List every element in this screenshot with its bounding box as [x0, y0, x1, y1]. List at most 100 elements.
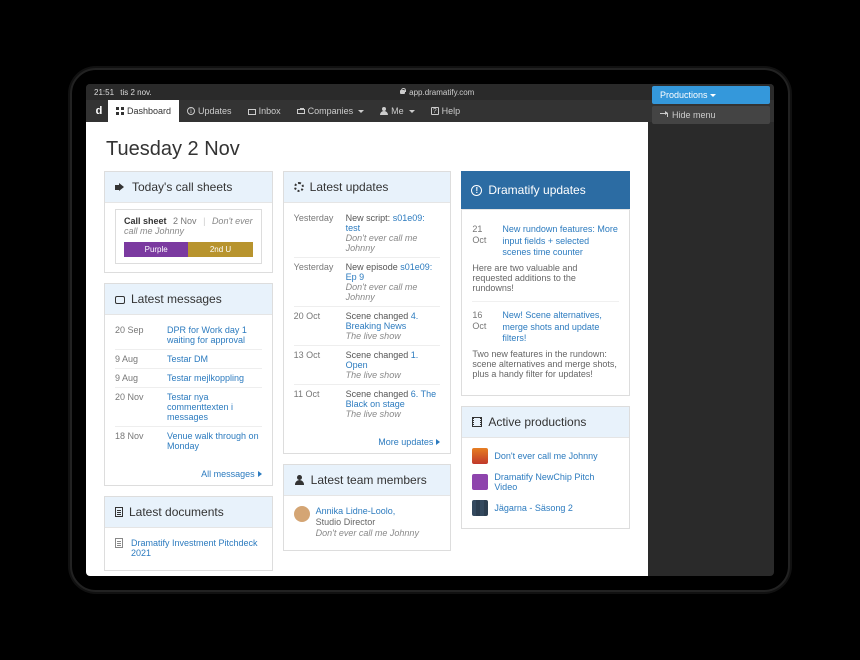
lock-icon [399, 88, 406, 95]
callsheet-item[interactable]: Call sheet 2 Nov | Don't ever call me Jo… [115, 209, 262, 264]
message-link[interactable]: Testar mejlkoppling [167, 373, 262, 383]
message-link[interactable]: Testar DM [167, 354, 262, 364]
news-item[interactable]: 16OctNew! Scene alternatives, merge shot… [472, 301, 619, 387]
app-logo[interactable]: d [90, 100, 108, 122]
production-link[interactable]: Jägarna - Säsong 2 [494, 503, 573, 513]
production-thumb [472, 500, 488, 516]
updates-icon [187, 107, 195, 115]
right-panel: Productions Hide menu [648, 84, 774, 124]
production-item[interactable]: Dramatify NewChip Pitch Video [472, 468, 619, 496]
team-member-row[interactable]: Annika Lidne-Loolo,Studio DirectorDon't … [294, 502, 441, 542]
unit-second[interactable]: 2nd U [188, 242, 252, 257]
message-row[interactable]: 18 Nov Venue walk through on Monday [115, 426, 262, 455]
member-name[interactable]: Annika Lidne-Loolo, [316, 506, 419, 517]
nav-dashboard[interactable]: Dashboard [108, 100, 179, 122]
avatar [294, 506, 310, 522]
nav-updates[interactable]: Updates [179, 100, 240, 122]
update-row[interactable]: 20 OctScene changed 4. Breaking NewsThe … [294, 306, 441, 345]
update-row[interactable]: YesterdayNew script: s01e09: testDon't e… [294, 209, 441, 257]
messages-panel: Latest messages 20 Sep DPR for Work day 1… [104, 283, 273, 486]
megaphone-icon [115, 182, 126, 193]
status-time: 21:51 [94, 88, 114, 97]
status-day: tis 2 nov. [120, 88, 151, 97]
document-link[interactable]: Dramatify Investment Pitchdeck 2021 [131, 538, 262, 558]
productions-panel: Active productions Don't ever call me Jo… [461, 406, 630, 529]
top-nav: d Dashboard Updates Inbox Companies Me [86, 100, 774, 122]
update-row[interactable]: YesterdayNew episode s01e09: Ep 9Don't e… [294, 257, 441, 306]
message-link[interactable]: Venue walk through on Monday [167, 431, 262, 451]
production-item[interactable]: Jägarna - Säsong 2 [472, 496, 619, 520]
member-sub: Don't ever call me Johnny [316, 528, 419, 539]
update-sub: The live show [346, 409, 441, 419]
updates-panel: Latest updates YesterdayNew script: s01e… [283, 171, 452, 454]
browser-address[interactable]: app.dramatify.com [399, 88, 474, 97]
chevron-right-icon [436, 439, 440, 445]
message-date: 9 Aug [115, 354, 159, 364]
news-date: 16Oct [472, 310, 498, 332]
productions-button[interactable]: Productions [652, 86, 770, 104]
message-row[interactable]: 20 Nov Testar nya commenttexten i message… [115, 387, 262, 426]
nav-help[interactable]: ? Help [423, 100, 469, 122]
chevron-down-icon [358, 110, 364, 113]
message-date: 9 Aug [115, 373, 159, 383]
film-icon [472, 417, 482, 427]
info-icon: ! [471, 185, 482, 196]
more-updates-link[interactable]: More updates [284, 431, 451, 453]
news-date: 21Oct [472, 224, 498, 246]
inbox-icon [248, 109, 256, 115]
screen: 21:51 tis 2 nov. app.dramatify.com ⚡ 79 … [86, 84, 774, 576]
production-thumb [472, 448, 488, 464]
document-row[interactable]: Dramatify Investment Pitchdeck 2021 [115, 534, 262, 562]
message-row[interactable]: 20 Sep DPR for Work day 1 waiting for app… [115, 321, 262, 349]
dashboard-icon [116, 107, 124, 115]
production-thumb [472, 474, 488, 490]
member-role: Studio Director [316, 517, 419, 528]
collapse-icon [660, 113, 668, 117]
messages-header: Latest messages [105, 284, 272, 315]
documents-panel: Latest documents Dramatify Investment Pi… [104, 496, 273, 571]
nav-companies[interactable]: Companies [289, 100, 373, 122]
message-date: 18 Nov [115, 431, 159, 441]
update-date: 13 Oct [294, 350, 338, 360]
update-sub: Don't ever call me Johnny [346, 282, 441, 302]
news-header: ! Dramatify updates [461, 171, 630, 210]
message-link[interactable]: Testar nya commenttexten i messages [167, 392, 262, 422]
callsheets-panel: Today's call sheets Call sheet 2 Nov | D… [104, 171, 273, 273]
nav-me[interactable]: Me [372, 100, 423, 122]
chevron-down-icon [710, 94, 716, 97]
page-title: Tuesday 2 Nov [86, 122, 648, 171]
user-icon [294, 475, 305, 486]
message-link[interactable]: DPR for Work day 1 waiting for approval [167, 325, 262, 345]
chevron-right-icon [258, 471, 262, 477]
message-row[interactable]: 9 Aug Testar mejlkoppling [115, 368, 262, 387]
main-content: Tuesday 2 Nov Today's call sheets Call s… [86, 122, 648, 576]
all-messages-link[interactable]: All messages [105, 463, 272, 485]
news-desc: Two new features in the rundown: scene a… [472, 349, 619, 379]
document-icon [115, 538, 123, 548]
production-link[interactable]: Don't ever call me Johnny [494, 451, 597, 461]
news-item[interactable]: 21OctNew rundown features: More input fi… [472, 216, 619, 301]
document-icon [115, 507, 123, 517]
update-row[interactable]: 13 OctScene changed 1. OpenThe live show [294, 345, 441, 384]
production-item[interactable]: Don't ever call me Johnny [472, 444, 619, 468]
production-link[interactable]: Dramatify NewChip Pitch Video [494, 472, 619, 492]
hide-menu-button[interactable]: Hide menu [652, 106, 770, 124]
message-row[interactable]: 9 Aug Testar DM [115, 349, 262, 368]
update-date: 20 Oct [294, 311, 338, 321]
chevron-down-icon [409, 110, 415, 113]
unit-bar: Purple 2nd U [124, 242, 253, 257]
message-date: 20 Nov [115, 392, 159, 402]
updates-header: Latest updates [284, 172, 451, 203]
unit-purple[interactable]: Purple [124, 242, 188, 257]
callsheets-header: Today's call sheets [105, 172, 272, 203]
message-date: 20 Sep [115, 325, 159, 335]
update-date: Yesterday [294, 213, 338, 223]
news-link[interactable]: New rundown features: More input fields … [502, 224, 618, 257]
update-sub: Don't ever call me Johnny [346, 233, 441, 253]
update-sub: The live show [346, 331, 441, 341]
nav-inbox[interactable]: Inbox [240, 100, 289, 122]
update-date: Yesterday [294, 262, 338, 272]
help-icon: ? [431, 107, 439, 115]
news-link[interactable]: New! Scene alternatives, merge shots and… [502, 310, 602, 343]
update-row[interactable]: 11 OctScene changed 6. The Black on stag… [294, 384, 441, 423]
